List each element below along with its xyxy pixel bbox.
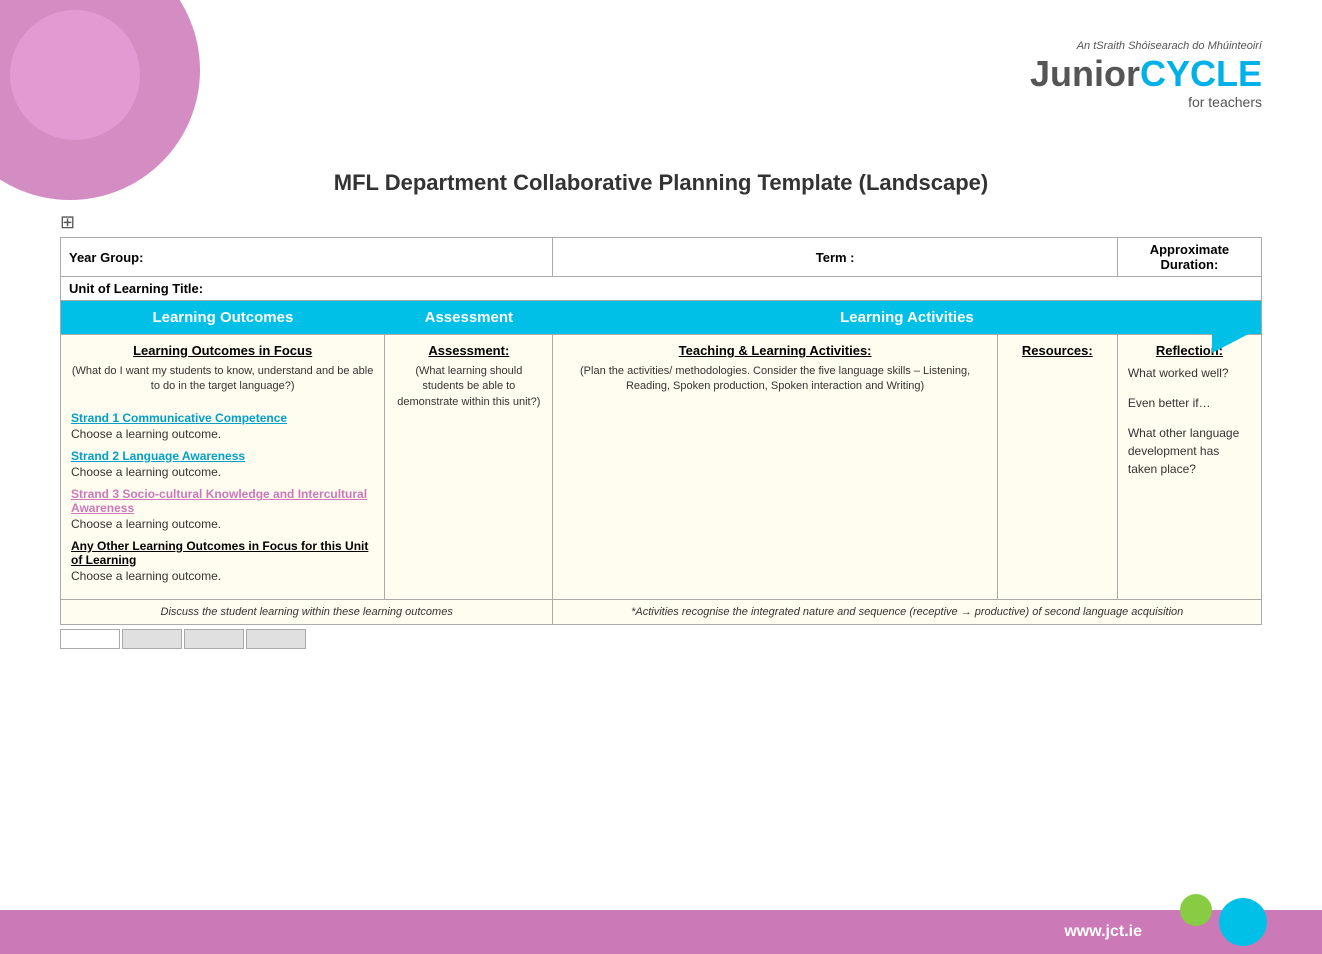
activities-col-header: Teaching & Learning Activities:: [563, 343, 986, 358]
assessment-col-subtext: (What learning should students be able t…: [395, 364, 542, 410]
main-table: Year Group: Term : Approximate Duration:…: [60, 237, 1262, 625]
reflection-line2: Even better if…: [1128, 394, 1251, 412]
reflection-column: Reflection: What worked well? Even bette…: [1117, 335, 1261, 600]
activities-header-cell: Learning Activities: [553, 301, 1262, 335]
outcomes-column: Learning Outcomes in Focus (What do I wa…: [61, 335, 385, 600]
reflection-line3: What other language development has take…: [1128, 424, 1251, 478]
assessment-column: Assessment: (What learning should studen…: [385, 335, 553, 600]
year-group-cell: Year Group:: [61, 238, 553, 277]
tab-3[interactable]: [246, 629, 306, 649]
info-row-1: Year Group: Term : Approximate Duration:: [61, 238, 1262, 277]
strand2-link[interactable]: Strand 2 Language Awareness: [71, 449, 374, 463]
decorative-circle-small: [10, 10, 140, 140]
add-icon[interactable]: ⊞: [60, 212, 1262, 233]
table-container: ⊞ Year Group: Term : Approximate Duratio…: [60, 212, 1262, 649]
bottom-cyan-circle: [1219, 898, 1267, 946]
logo-subtitle: An tSraith Shóisearach do Mhúinteoirí: [1030, 40, 1262, 52]
unit-cell: Unit of Learning Title:: [61, 277, 1262, 301]
other-label: Any Other Learning Outcomes in Focus for…: [71, 539, 368, 567]
logo-junior: Junior: [1030, 53, 1140, 94]
assessment-header-cell: Assessment: [385, 301, 553, 335]
activities-column: Teaching & Learning Activities: (Plan th…: [553, 335, 997, 600]
tab-active[interactable]: [60, 629, 120, 649]
outcomes-col-subtext: (What do I want my students to know, und…: [71, 364, 374, 395]
other-outcomes: Any Other Learning Outcomes in Focus for…: [71, 539, 374, 567]
outcomes-col-header: Learning Outcomes in Focus: [71, 343, 374, 358]
arrow-decoration: [1212, 301, 1262, 353]
activities-col-subtext: (Plan the activities/ methodologies. Con…: [563, 364, 986, 395]
logo-area: An tSraith Shóisearach do Mhúinteoirí Ju…: [1030, 40, 1262, 110]
tab-1[interactable]: [122, 629, 182, 649]
arrow-header-row: Learning Outcomes Assessment Learning Ac…: [61, 301, 1262, 335]
outcomes-header-cell: Learning Outcomes: [61, 301, 385, 335]
header: An tSraith Shóisearach do Mhúinteoirí Ju…: [0, 0, 1322, 160]
other-choose: Choose a learning outcome.: [71, 569, 374, 583]
footer-left: Discuss the student learning within thes…: [61, 599, 553, 624]
tab-2[interactable]: [184, 629, 244, 649]
logo-for-teachers: for teachers: [1030, 94, 1262, 110]
strand1-choose: Choose a learning outcome.: [71, 427, 374, 441]
info-row-2: Unit of Learning Title:: [61, 277, 1262, 301]
footer-right: *Activities recognise the integrated nat…: [553, 599, 1262, 624]
content-row: Learning Outcomes in Focus (What do I wa…: [61, 335, 1262, 600]
strand1-label[interactable]: Strand 1 Communicative Competence: [71, 411, 287, 425]
logo-text: JuniorCYCLE: [1030, 56, 1262, 92]
duration-label: Approximate Duration:: [1150, 242, 1229, 272]
bottom-url: www.jct.ie: [1064, 923, 1142, 941]
strand2-label[interactable]: Strand 2 Language Awareness: [71, 449, 245, 463]
bottom-green-circle: [1180, 894, 1212, 926]
resources-col-header: Resources:: [1008, 343, 1107, 358]
page-title: MFL Department Collaborative Planning Te…: [0, 170, 1322, 196]
strand3-link[interactable]: Strand 3 Socio-cultural Knowledge and In…: [71, 487, 374, 515]
year-group-label: Year Group:: [69, 250, 143, 265]
strand3-choose: Choose a learning outcome.: [71, 517, 374, 531]
strand1-link[interactable]: Strand 1 Communicative Competence: [71, 411, 374, 425]
bottom-strip: www.jct.ie: [0, 910, 1322, 954]
reflection-line1: What worked well?: [1128, 364, 1251, 382]
footer-row: Discuss the student learning within thes…: [61, 599, 1262, 624]
tab-strip: [60, 629, 1262, 649]
term-label: Term :: [816, 250, 855, 265]
resources-column: Resources:: [997, 335, 1117, 600]
strand2-choose: Choose a learning outcome.: [71, 465, 374, 479]
term-cell: Term :: [553, 238, 1117, 277]
unit-label: Unit of Learning Title:: [69, 281, 203, 296]
assessment-col-header: Assessment:: [395, 343, 542, 358]
strand3-label[interactable]: Strand 3 Socio-cultural Knowledge and In…: [71, 487, 367, 515]
duration-cell: Approximate Duration:: [1117, 238, 1261, 277]
logo-cycle: CYCLE: [1140, 53, 1262, 94]
